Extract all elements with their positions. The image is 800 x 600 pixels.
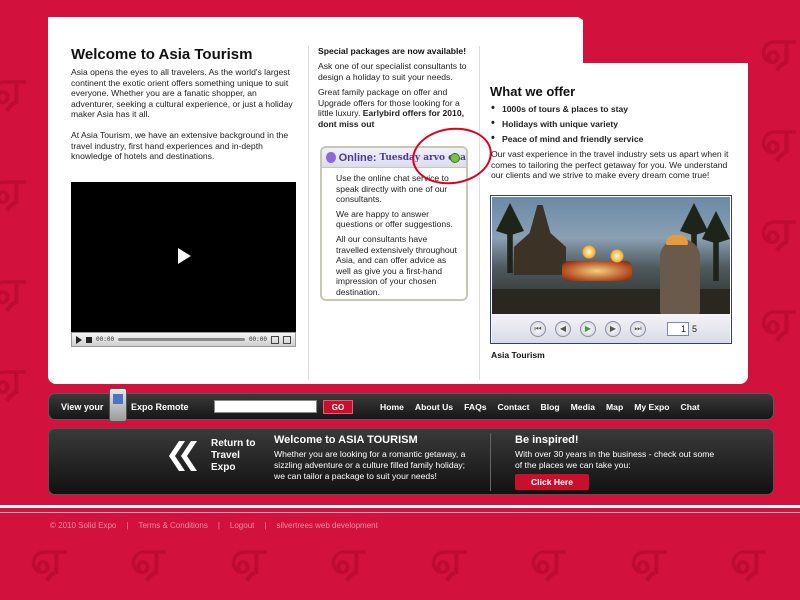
footer-separator: | [217, 521, 220, 530]
footer: © 2010 Solid Expo | Terms & Conditions |… [50, 521, 378, 530]
stop-icon[interactable] [86, 336, 92, 343]
nav-link-chat[interactable]: Chat [681, 402, 700, 412]
chat-description: Use the online chat service to speak dir… [322, 168, 466, 298]
nav-link-contact[interactable]: Contact [498, 402, 530, 412]
offer-title: What we offer [490, 84, 576, 99]
go-button[interactable]: GO [323, 400, 353, 414]
packages-paragraph: Ask one of our specialist consultants to… [318, 61, 467, 82]
credit-link[interactable]: silvertrees web development [276, 521, 377, 530]
list-item: Peace of mind and friendly service [491, 132, 736, 148]
intro-paragraph: Asia opens the eyes to all travelers. As… [71, 67, 293, 120]
packages-title: Special packages are now available! [318, 46, 467, 56]
divider [490, 433, 491, 491]
inspired-text: With over 30 years in the business - che… [515, 449, 715, 470]
slideshow: ⏮ ◀ ▶ ▶ ⏭ 1 5 [490, 195, 732, 344]
play-icon[interactable] [178, 248, 191, 264]
last-slide-icon[interactable]: ⏭ [630, 320, 646, 337]
chat-status: Online: [338, 151, 377, 164]
background-paragraph: At Asia Tourism, we have an extensive ba… [71, 130, 289, 162]
promo-panel: Return to Travel Expo Welcome to ASIA TO… [48, 428, 774, 495]
nav-link-map[interactable]: Map [606, 402, 623, 412]
volume-icon[interactable] [283, 335, 291, 344]
packages-offer: Great family package on offer and Upgrad… [318, 87, 468, 129]
video-controls: 00:00 00:00 [71, 332, 296, 347]
view-your-label: View your [61, 402, 104, 412]
video-player[interactable] [71, 182, 296, 332]
nav-links: Home About Us FAQs Contact Blog Media Ma… [380, 402, 700, 412]
nav-link-about-us[interactable]: About Us [415, 402, 453, 412]
phone-icon [109, 388, 127, 422]
click-here-label: Click Here [530, 477, 574, 487]
chat-text: All our consultants have travelled exten… [336, 233, 457, 297]
footer-divider [0, 512, 800, 513]
play-slideshow-icon[interactable]: ▶ [580, 320, 596, 337]
fullscreen-icon[interactable] [271, 335, 279, 344]
previous-slide-icon[interactable]: ◀ [555, 320, 571, 337]
footer-separator: | [126, 521, 129, 530]
terms-link[interactable]: Terms & Conditions [138, 521, 207, 530]
chat-text: We are happy to answer questions or offe… [336, 208, 453, 230]
nav-link-my-expo[interactable]: My Expo [634, 402, 669, 412]
go-label: GO [331, 403, 345, 412]
expo-remote-link[interactable]: Expo Remote [131, 402, 189, 412]
footer-divider [0, 505, 800, 508]
search-input[interactable] [214, 400, 317, 413]
navigation-bar: View your Expo Remote GO Home About Us F… [48, 388, 774, 422]
nav-link-media[interactable]: Media [571, 402, 595, 412]
inspired-title: Be inspired! [515, 434, 579, 446]
video-seek-bar[interactable] [118, 338, 245, 341]
offer-list: 1000s of tours & places to stay Holidays… [491, 102, 736, 148]
column-divider [479, 46, 480, 380]
nav-link-faqs[interactable]: FAQs [464, 402, 486, 412]
back-arrow-icon[interactable] [169, 441, 197, 471]
nav-link-home[interactable]: Home [380, 402, 404, 412]
play-icon[interactable] [76, 335, 82, 344]
list-item: 1000s of tours & places to stay [491, 102, 736, 118]
logout-link[interactable]: Logout [230, 521, 254, 530]
copyright: © 2010 Solid Expo [50, 521, 117, 530]
page-title: Welcome to Asia Tourism [71, 46, 253, 63]
column-divider [308, 46, 309, 380]
video-time-current: 00:00 [96, 336, 115, 343]
next-slide-icon[interactable]: ▶ [605, 320, 621, 337]
click-here-button[interactable]: Click Here [515, 474, 589, 490]
slide-number-input[interactable]: 1 [667, 321, 689, 336]
photo-caption: Asia Tourism [491, 350, 545, 360]
promo-text: Whether you are looking for a romantic g… [274, 449, 466, 481]
return-to-expo-link[interactable]: Return to Travel Expo [211, 438, 266, 474]
offer-paragraph: Our vast experience in the travel indust… [491, 149, 729, 181]
video-time-total: 00:00 [248, 336, 267, 343]
slideshow-controls: ⏮ ◀ ▶ ▶ ⏭ 1 5 [492, 314, 730, 343]
promo-title: Welcome to ASIA TOURISM [274, 434, 418, 446]
slide-total: 5 [692, 323, 698, 334]
slideshow-photo [492, 197, 730, 314]
nav-link-blog[interactable]: Blog [541, 402, 560, 412]
first-slide-icon[interactable]: ⏮ [530, 320, 546, 337]
list-item: Holidays with unique variety [491, 117, 736, 133]
chat-bubble-icon [326, 152, 336, 163]
footer-separator: | [264, 521, 267, 530]
